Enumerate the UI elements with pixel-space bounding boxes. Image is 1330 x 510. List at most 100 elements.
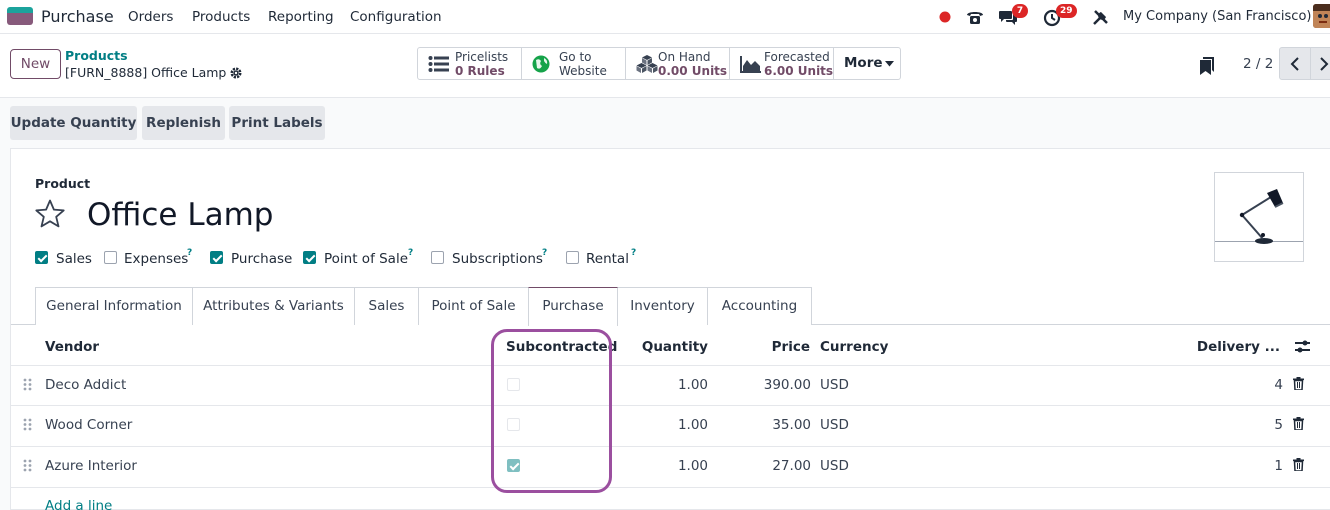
vendor-cell[interactable]: Wood Corner: [45, 417, 132, 433]
delivery-cell[interactable]: 1: [1232, 458, 1283, 474]
drag-handle-icon[interactable]: [23, 418, 32, 431]
rental-checkbox[interactable]: [566, 251, 579, 264]
sales-checkbox[interactable]: [35, 251, 48, 264]
sales-label: Sales: [56, 251, 92, 267]
more-button[interactable]: More: [834, 48, 900, 79]
tab-inventory[interactable]: Inventory: [618, 287, 708, 325]
tab-accounting[interactable]: Accounting: [708, 287, 812, 325]
column-currency[interactable]: Currency: [820, 339, 888, 355]
price-cell[interactable]: 390.00: [710, 377, 811, 393]
pricelists-label: Pricelists: [455, 50, 509, 64]
trash-icon[interactable]: [1293, 458, 1304, 471]
control-panel: New Products [FURN_8888] Office Lamp Pri…: [0, 34, 1330, 98]
forecasted-value: 6.00 Units: [764, 64, 834, 78]
column-quantity[interactable]: Quantity: [608, 339, 708, 355]
activity-badge: 29: [1056, 4, 1077, 18]
desk-lamp-image: [1215, 189, 1303, 244]
tab-sales[interactable]: Sales: [355, 287, 419, 325]
row-divider: [11, 487, 1330, 488]
on-hand-button[interactable]: On Hand 0.00 Units: [626, 48, 730, 79]
point-of-sale-label: Point of Sale: [324, 251, 409, 267]
currency-cell[interactable]: USD: [820, 458, 849, 474]
purchase-label: Purchase: [231, 251, 293, 267]
purchase-checkbox[interactable]: [210, 251, 223, 264]
breadcrumb-current: [FURN_8888] Office Lamp: [65, 65, 227, 80]
list-icon: [428, 56, 449, 72]
header-divider: [11, 365, 1330, 366]
menu-orders[interactable]: Orders: [128, 9, 173, 25]
currency-cell[interactable]: USD: [820, 377, 849, 393]
pager-next-button[interactable]: [1310, 47, 1330, 80]
top-navbar: Purchase Orders Products Reporting Confi…: [0, 0, 1330, 34]
delivery-cell[interactable]: 4: [1232, 377, 1283, 393]
pager-previous-button[interactable]: [1279, 47, 1311, 80]
drag-handle-icon[interactable]: [23, 378, 32, 391]
new-button[interactable]: New: [10, 49, 61, 79]
user-avatar[interactable]: [1313, 4, 1330, 28]
phone-icon[interactable]: [965, 7, 985, 27]
expenses-help-icon[interactable]: ?: [187, 248, 192, 258]
delivery-cell[interactable]: 5: [1232, 417, 1283, 433]
company-switcher[interactable]: My Company (San Francisco): [1123, 9, 1311, 24]
pricelists-button[interactable]: Pricelists 0 Rules: [418, 48, 522, 79]
optional-columns-icon[interactable]: [1295, 339, 1310, 354]
update-quantity-button[interactable]: Update Quantity: [10, 106, 137, 140]
go-to-website-button[interactable]: Go to Website: [522, 48, 626, 79]
expenses-checkbox[interactable]: [104, 251, 117, 264]
subscriptions-label: Subscriptions: [452, 251, 543, 267]
row-divider: [11, 446, 1330, 447]
gear-icon[interactable]: [229, 66, 243, 80]
on-hand-label: On Hand: [658, 50, 711, 64]
recording-dot-icon[interactable]: [938, 10, 952, 24]
column-vendor[interactable]: Vendor: [45, 339, 99, 355]
subscriptions-checkbox[interactable]: [431, 251, 444, 264]
point-of-sale-checkbox[interactable]: [303, 251, 316, 264]
breadcrumb-products[interactable]: Products: [65, 48, 128, 63]
go-to-label: Go to: [559, 50, 592, 64]
subcontracted-highlight-box: [491, 329, 612, 493]
drag-handle-icon[interactable]: [23, 459, 32, 472]
menu-configuration[interactable]: Configuration: [350, 9, 442, 25]
product-image[interactable]: [1214, 172, 1304, 262]
vendor-cell[interactable]: Deco Addict: [45, 377, 126, 393]
price-cell[interactable]: 27.00: [710, 458, 811, 474]
quantity-cell[interactable]: 1.00: [608, 377, 708, 393]
replenish-button[interactable]: Replenish: [142, 106, 225, 140]
menu-reporting[interactable]: Reporting: [268, 9, 334, 25]
app-name[interactable]: Purchase: [41, 7, 114, 26]
favorite-star-icon[interactable]: [34, 198, 66, 230]
tab-purchase[interactable]: Purchase: [528, 287, 618, 326]
product-name[interactable]: Office Lamp: [87, 197, 273, 233]
chevron-left-icon: [1290, 57, 1299, 71]
caret-down-icon: [885, 61, 894, 67]
column-delivery[interactable]: Delivery ...: [1180, 339, 1280, 355]
bookmark-icon[interactable]: [1200, 57, 1214, 75]
tab-point-of-sale[interactable]: Point of Sale: [419, 287, 529, 325]
pricelists-value: 0 Rules: [455, 64, 505, 78]
column-price[interactable]: Price: [710, 339, 810, 355]
point-of-sale-help-icon[interactable]: ?: [408, 248, 413, 258]
add-line-link[interactable]: Add a line: [45, 498, 112, 510]
trash-icon[interactable]: [1293, 377, 1304, 390]
print-labels-button[interactable]: Print Labels: [229, 106, 325, 140]
quantity-cell[interactable]: 1.00: [608, 417, 708, 433]
menu-products[interactable]: Products: [192, 9, 250, 25]
forecasted-label: Forecasted: [764, 50, 830, 64]
app-menu-icon[interactable]: [7, 7, 33, 25]
vendor-cell[interactable]: Azure Interior: [45, 458, 137, 474]
rental-help-icon[interactable]: ?: [631, 248, 636, 258]
trash-icon[interactable]: [1293, 417, 1304, 430]
tab-attributes-variants[interactable]: Attributes & Variants: [193, 287, 355, 325]
rental-label: Rental: [586, 251, 629, 267]
pager-value[interactable]: 2 / 2: [1243, 56, 1273, 72]
more-label: More: [844, 55, 883, 71]
product-field-label: Product: [35, 176, 91, 191]
price-cell[interactable]: 35.00: [710, 417, 811, 433]
tab-general-information[interactable]: General Information: [35, 287, 193, 325]
currency-cell[interactable]: USD: [820, 417, 849, 433]
subscriptions-help-icon[interactable]: ?: [542, 248, 547, 258]
quantity-cell[interactable]: 1.00: [608, 458, 708, 474]
smart-buttons: Pricelists 0 Rules Go to Website On Hand…: [417, 47, 901, 80]
forecasted-button[interactable]: Forecasted 6.00 Units: [730, 48, 834, 79]
debug-tools-icon[interactable]: [1091, 7, 1111, 27]
